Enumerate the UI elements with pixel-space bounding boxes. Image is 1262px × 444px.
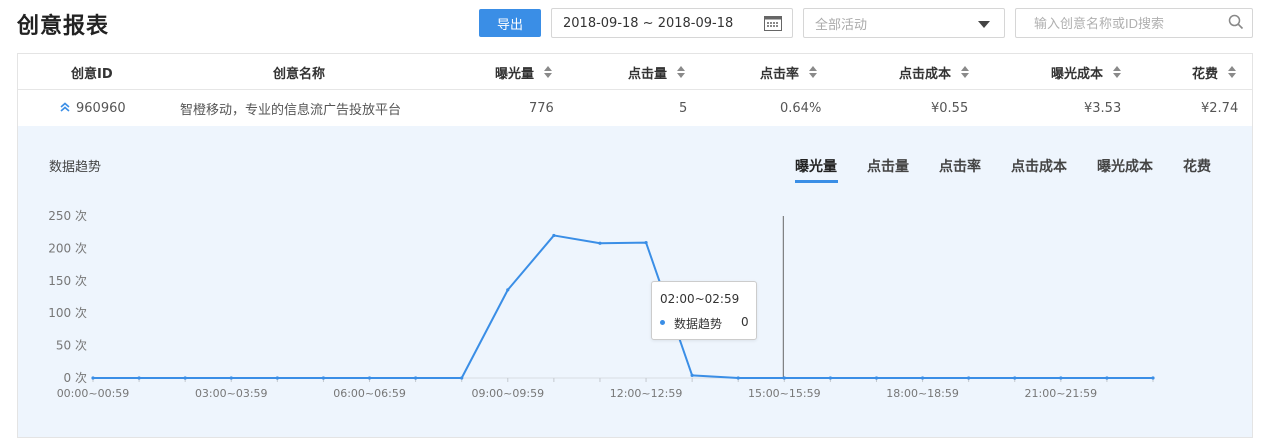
creative-id-value: 960960 (76, 100, 126, 116)
chevron-down-icon (978, 21, 990, 28)
x-tick-label: 21:00~21:59 (1025, 387, 1098, 400)
data-point (91, 376, 95, 380)
col-cpm[interactable]: 曝光成本 (1051, 54, 1122, 90)
col-impressions[interactable]: 曝光量 (495, 54, 553, 90)
data-point (552, 233, 556, 238)
cpm-value: ¥3.53 (1084, 100, 1122, 116)
sort-icon[interactable] (544, 66, 553, 78)
data-point (506, 288, 510, 292)
data-point (1059, 376, 1063, 380)
table-row[interactable]: 960960 智橙移动，专业的信息流广告投放平台 776 5 0.64% ¥0.… (18, 90, 1252, 126)
collapse-chevron-icon[interactable] (60, 101, 70, 116)
data-point (414, 376, 418, 380)
x-tick-label: 00:00~00:59 (57, 387, 130, 400)
page-title: 创意报表 (17, 14, 110, 39)
series-line (93, 234, 1153, 379)
calendar-icon[interactable] (764, 15, 782, 35)
chart-tooltip: 02:00~02:59 数据趋势 0 (651, 281, 757, 340)
data-point (644, 240, 648, 245)
data-point (183, 376, 187, 380)
date-range-picker[interactable]: 2018-09-18 ~ 2018-09-18 (551, 8, 793, 38)
trend-panel: 数据趋势 曝光量 点击量 点击率 点击成本 曝光成本 花费 0 次 50 次 100… (18, 126, 1252, 437)
impressions-value: 776 (529, 100, 554, 116)
col-ctr[interactable]: 点击率 (760, 54, 818, 90)
x-tick-label: 15:00~15:59 (748, 387, 821, 400)
x-tick-label: 18:00~18:59 (886, 387, 959, 400)
ctr-value: 0.64% (780, 100, 822, 116)
trend-line-chart[interactable]: 0 次 50 次 100 次 150 次 200 次 250 次 00:00~00:59 03… (18, 126, 1252, 437)
sort-icon[interactable] (1228, 66, 1237, 78)
activity-select[interactable]: 全部活动 (803, 8, 1005, 38)
data-point (460, 376, 464, 380)
sort-icon[interactable] (1113, 66, 1122, 78)
x-tick-label: 03:00~03:59 (195, 387, 268, 400)
data-point (828, 376, 832, 380)
tooltip-time: 02:00~02:59 (660, 292, 740, 306)
data-point (598, 241, 602, 245)
col-spend[interactable]: 花费 (1192, 54, 1237, 90)
data-point (275, 376, 279, 380)
spend-value: ¥2.74 (1201, 100, 1239, 116)
export-button[interactable]: 导出 (479, 9, 541, 37)
search-icon[interactable] (1228, 14, 1244, 34)
y-tick-label: 250 次 (48, 209, 87, 223)
data-point (736, 376, 740, 380)
tooltip-series-name: 数据趋势 (674, 317, 723, 331)
sort-icon[interactable] (961, 66, 970, 78)
y-tick-label: 50 次 (56, 339, 87, 353)
y-tick-label: 200 次 (48, 241, 87, 255)
col-creative-name: 创意名称 (273, 66, 326, 82)
x-tick-label: 06:00~06:59 (333, 387, 406, 400)
col-cpc[interactable]: 点击成本 (899, 54, 970, 90)
x-tick-label: 09:00~09:59 (471, 387, 544, 400)
clicks-value: 5 (679, 100, 688, 116)
tooltip-value: 0 (741, 315, 749, 329)
data-point (1105, 376, 1109, 380)
search-input[interactable] (1015, 8, 1253, 38)
data-point (782, 376, 786, 380)
data-point (137, 376, 141, 380)
data-point (1151, 376, 1155, 380)
data-point (1013, 376, 1017, 380)
col-creative-id: 创意ID (71, 66, 113, 82)
col-clicks[interactable]: 点击量 (628, 54, 686, 90)
y-tick-label: 0 次 (64, 371, 87, 385)
cpc-value: ¥0.55 (931, 100, 969, 116)
table-header: 创意ID 创意名称 曝光量 点击量 点击率 点击成本 曝光成本 花费 (18, 54, 1252, 90)
data-point (920, 376, 925, 380)
y-tick-label: 150 次 (48, 274, 87, 288)
data-point (967, 376, 971, 380)
creative-name-value: 智橙移动，专业的信息流广告投放平台 (180, 102, 402, 118)
y-tick-label: 100 次 (48, 306, 87, 320)
sort-icon[interactable] (809, 66, 818, 78)
data-point (229, 376, 233, 380)
data-point (367, 376, 372, 380)
tooltip-series-dot (660, 320, 665, 325)
data-point (321, 376, 326, 380)
activity-select-value: 全部活动 (815, 17, 868, 33)
date-range-value: 2018-09-18 ~ 2018-09-18 (563, 15, 734, 31)
x-tick-label: 12:00~12:59 (610, 387, 683, 400)
sort-icon[interactable] (677, 66, 686, 78)
row-id-cell[interactable]: 960960 (60, 90, 126, 126)
creative-report-table: 创意ID 创意名称 曝光量 点击量 点击率 点击成本 曝光成本 花费 96096… (17, 53, 1253, 438)
data-point (690, 373, 694, 378)
data-point (874, 376, 879, 380)
